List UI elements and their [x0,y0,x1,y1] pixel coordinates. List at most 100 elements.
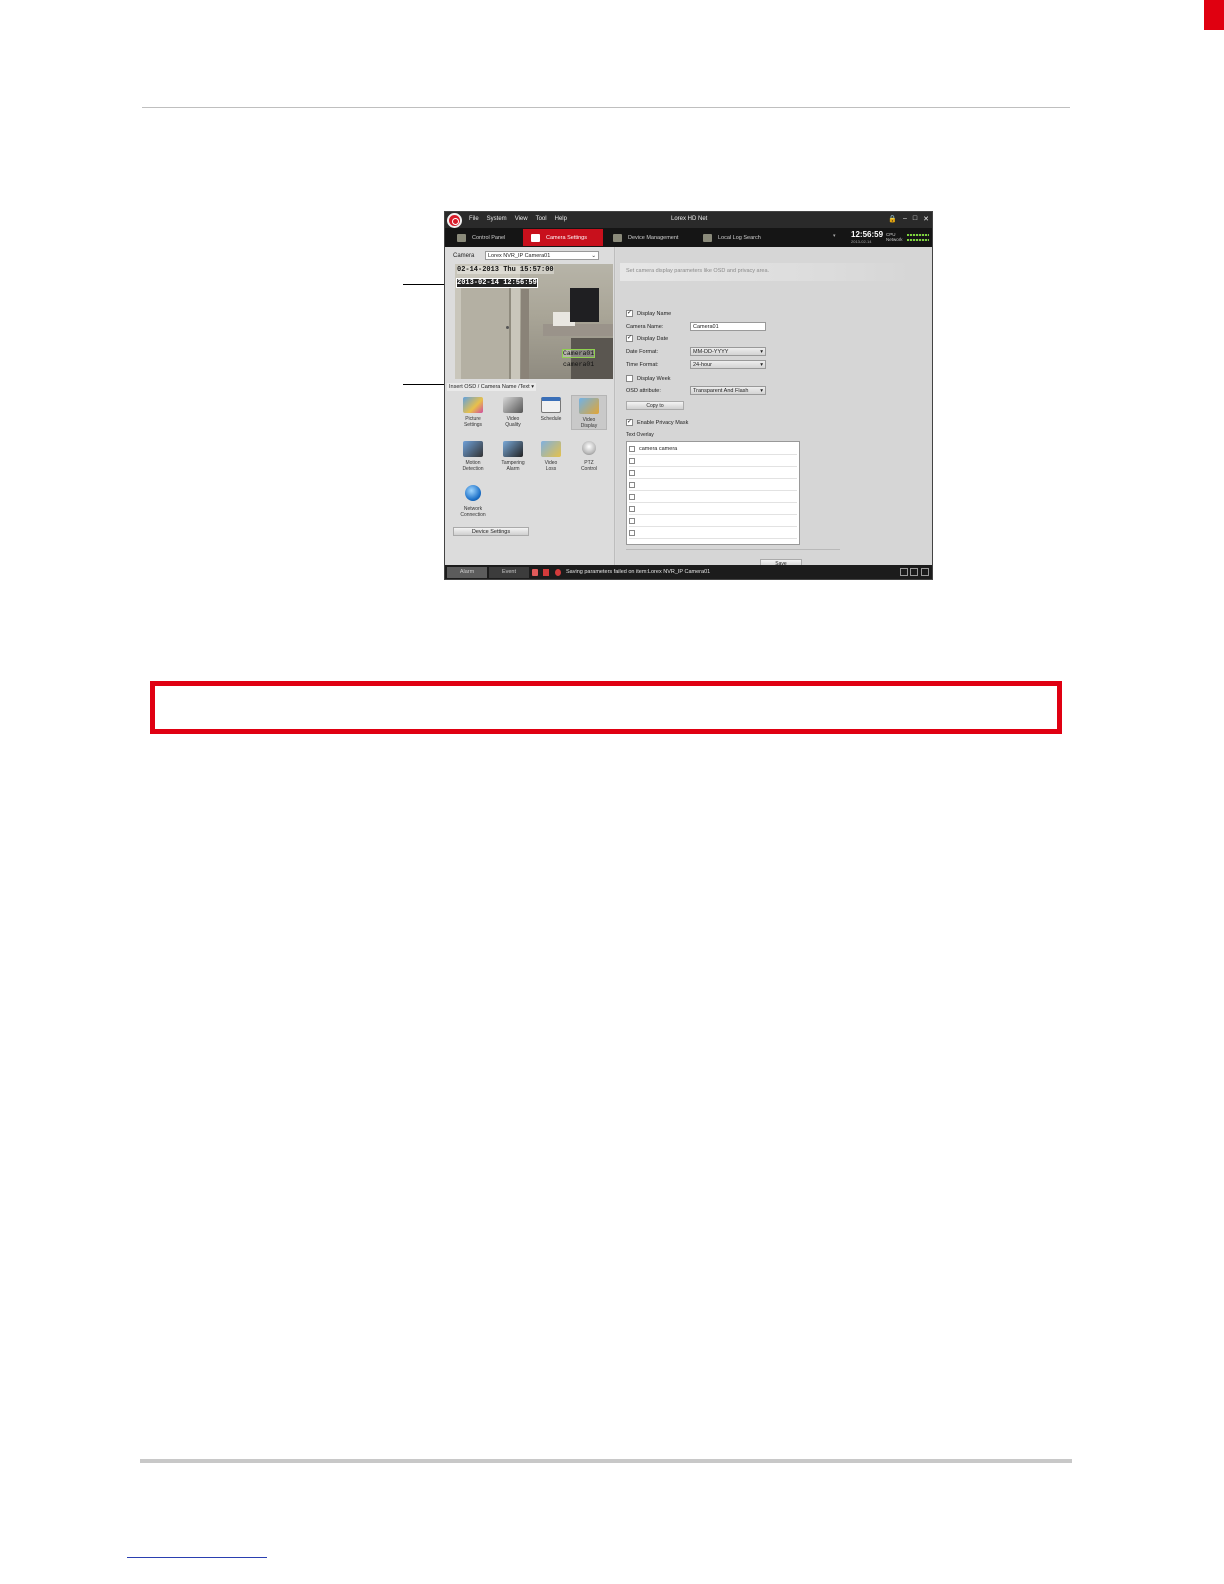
pin-icon[interactable] [900,568,908,576]
text-overlay-checkbox[interactable] [629,481,635,488]
menu-help[interactable]: Help [555,216,567,222]
display-name-option[interactable]: ✓ Display Name [626,310,671,317]
chevron-down-icon: ▾ [760,349,763,355]
network-connection-button[interactable]: Network Connection [455,485,491,518]
text-overlay-checkbox[interactable] [629,445,635,452]
preview-monitor [570,288,599,322]
text-overlay-checkbox[interactable] [629,493,635,500]
osd-attribute-value: Transparent And Flash [693,388,749,394]
osd-camera-name-box[interactable]: Camera01 [562,349,596,358]
ptz-control-button[interactable]: PTZ Control [571,441,607,472]
text-overlay-row[interactable] [629,515,797,527]
osd-attribute-select[interactable]: Transparent And Flash ▾ [690,386,766,395]
text-overlay-checkbox[interactable] [629,529,635,536]
footer-rule [140,1459,1072,1463]
alarm-icon[interactable] [532,569,538,576]
tampering-alarm-icon [503,441,523,457]
osd-date-selected[interactable]: 2013-02-14 12:56:59 [456,278,538,288]
text-overlay-row[interactable] [629,479,797,491]
menu-file[interactable]: File [469,216,479,222]
display-date-checkbox[interactable]: ✓ [626,335,633,342]
icon-label: Display [580,423,598,429]
resource-labels: CPU Network [886,232,903,242]
menu-system[interactable]: System [487,216,507,222]
text-overlay-row[interactable] [629,527,797,539]
text-overlay-checkbox[interactable] [629,469,635,476]
display-week-checkbox[interactable] [626,375,633,382]
privacy-mask-option[interactable]: ✓ Enable Privacy Mask [626,419,688,426]
insert-osd-menu[interactable]: Insert OSD / Camera Name /Text ▾ [447,383,536,391]
tab-label: Control Panel [472,234,506,241]
lock-icon[interactable]: 🔒 [888,215,897,223]
time-format-select[interactable]: 24-hour ▾ [690,360,766,369]
menu-view[interactable]: View [515,216,528,222]
text-overlay-checkbox[interactable] [629,505,635,512]
device-settings-button[interactable]: Device Settings [453,527,529,536]
close-icon[interactable]: ✕ [923,215,929,223]
date-format-select[interactable]: MM-DD-YYYY ▾ [690,347,766,356]
text-overlay-title: Text Overlay [626,432,654,438]
window-title: Lorex HD Net [671,216,708,222]
motion-detection-button[interactable]: Motion Detection [455,441,491,472]
text-overlay-list: camera camera [626,441,800,545]
page-corner-tab [1204,0,1224,30]
delete-icon[interactable] [543,569,549,576]
osd-date-overlay[interactable]: 02-14-2013 Thu 15:57:00 [457,266,554,274]
status-bar: Alarm Event Saving parameters failed on … [445,565,932,579]
note-box [150,681,1062,734]
title-bar: File System View Tool Help Lorex HD Net … [445,212,932,228]
copy-to-button[interactable]: Copy to [626,401,684,410]
status-tab-event[interactable]: Event [489,567,529,578]
text-overlay-row[interactable] [629,491,797,503]
camera-settings-icon [531,233,540,242]
text-overlay-value[interactable]: camera camera [639,446,677,452]
restore-icon[interactable] [910,568,918,576]
tab-label: Device Management [628,234,679,241]
tampering-alarm-button[interactable]: Tampering Alarm [495,441,531,472]
text-overlay-checkbox[interactable] [629,457,635,464]
minimize-icon[interactable]: – [903,215,907,223]
text-overlay-row[interactable]: camera camera [629,443,797,455]
icon-label: Schedule [540,416,562,422]
text-overlay-row[interactable] [629,455,797,467]
text-overlay-checkbox[interactable] [629,517,635,524]
video-quality-button[interactable]: Video Quality [495,397,531,428]
tab-overflow-arrow[interactable]: ▾ [833,233,836,239]
panel-divider [626,549,840,550]
menu-bar: File System View Tool Help [469,216,567,222]
video-preview[interactable]: 02-14-2013 Thu 15:57:00 2013-02-14 12:56… [455,264,613,379]
tab-device-management[interactable]: Device Management [605,229,693,246]
status-tab-alarm[interactable]: Alarm [447,567,487,578]
display-name-label: Display Name [637,310,672,317]
camera-select-value: Lorex NVR_IP Camera01 [488,253,551,259]
menu-tool[interactable]: Tool [536,216,547,222]
camera-name-input[interactable]: Camera01 [690,322,766,331]
tab-label: Camera Settings [546,234,587,241]
tab-control-panel[interactable]: Control Panel [449,229,521,246]
footer-link[interactable] [127,1557,267,1558]
camera-select[interactable]: Lorex NVR_IP Camera01 ⌄ [485,251,599,260]
video-loss-button[interactable]: Video Loss [533,441,569,472]
picture-settings-button[interactable]: Picture Settings [455,397,491,428]
control-panel-icon [457,233,466,242]
schedule-button[interactable]: Schedule [533,397,569,422]
text-overlay-row[interactable] [629,503,797,515]
display-date-option[interactable]: ✓ Display Date [626,335,668,342]
osd-camera-name-text[interactable]: camera01 [563,361,594,368]
display-week-option[interactable]: Display Week [626,375,671,382]
chevron-down-icon: ⌄ [591,253,596,259]
icon-label: Detection [462,466,484,472]
tab-camera-settings[interactable]: Camera Settings [523,229,603,246]
video-display-button[interactable]: Video Display [571,395,607,430]
display-name-checkbox[interactable]: ✓ [626,310,633,317]
collapse-icon[interactable] [921,568,929,576]
insert-osd-label: Insert OSD / Camera Name /Text [449,384,530,390]
maximize-icon[interactable]: □ [913,215,917,223]
preview-shelf [521,289,529,379]
ptz-control-icon [582,441,596,455]
privacy-mask-checkbox[interactable]: ✓ [626,419,633,426]
picture-settings-icon [463,397,483,413]
tab-local-log-search[interactable]: Local Log Search [695,229,779,246]
status-message: Saving parameters failed on item:Lorex N… [566,569,711,575]
text-overlay-row[interactable] [629,467,797,479]
